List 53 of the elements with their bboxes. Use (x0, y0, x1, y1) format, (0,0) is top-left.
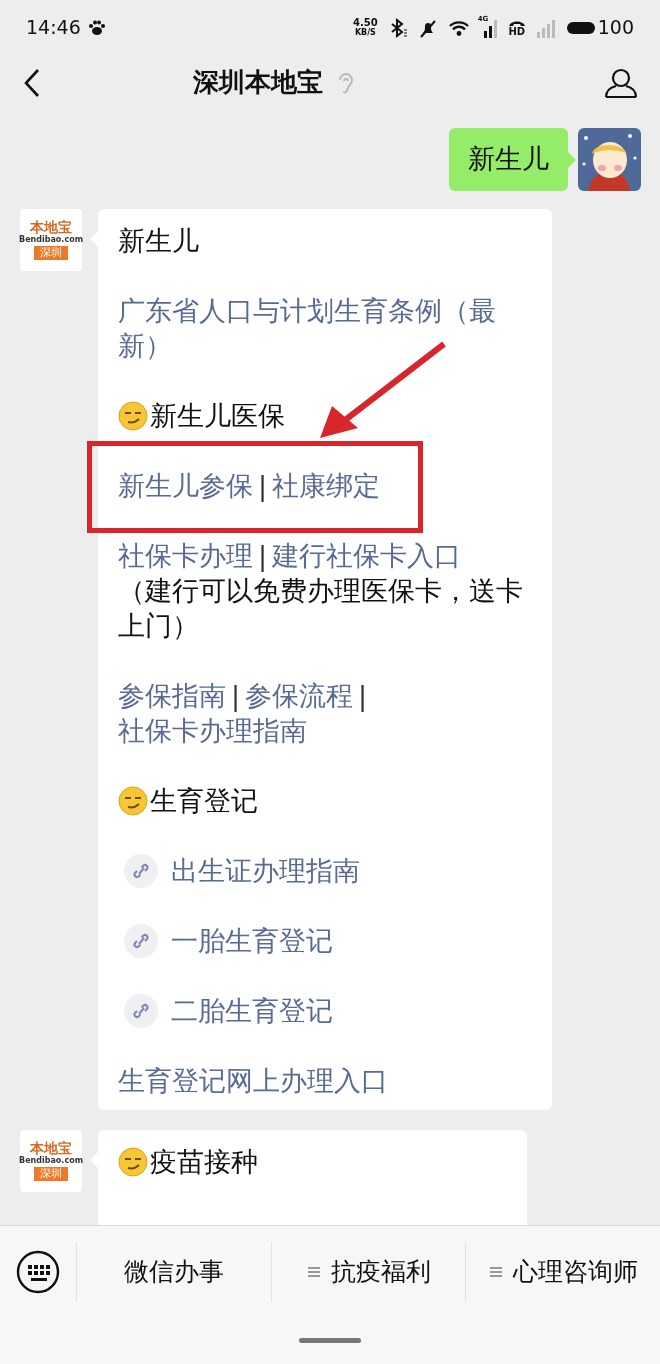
article-link[interactable]: 广东省人口与计划生育条例（最新） (118, 293, 536, 363)
wifi-icon (447, 18, 470, 37)
signal-icon (535, 17, 558, 38)
link-icon (124, 993, 158, 1028)
article-link[interactable]: 参保流程 (245, 678, 354, 713)
section-heading: 疫苗接种 (150, 1145, 258, 1179)
battery-level: 100 (597, 15, 634, 41)
logo-brand: 本地宝 (30, 1141, 72, 1156)
section-heading: 新生儿医保 (150, 399, 285, 433)
emoji-icon (118, 400, 148, 431)
link-separator: | (257, 469, 269, 503)
chat-title: 深圳本地宝 (192, 66, 323, 99)
link-separator: | (357, 679, 369, 713)
article-link[interactable]: 新生儿参保 (118, 468, 253, 503)
back-icon[interactable] (22, 67, 42, 98)
article-link[interactable]: 二胎生育登记 (171, 993, 333, 1028)
link-icon (124, 923, 158, 958)
emoji-icon (118, 1146, 148, 1177)
logo-brand: 本地宝 (30, 220, 72, 235)
network-speed: 4.50 (353, 17, 378, 28)
section-heading: 生育登记 (150, 784, 258, 818)
link-icon (124, 853, 158, 888)
link-separator: | (257, 539, 269, 573)
menu-tab[interactable]: 微信办事 (76, 1242, 271, 1302)
list-icon (488, 1266, 503, 1278)
article-link[interactable]: 社保卡办理指南 (118, 713, 307, 748)
ear-icon (336, 70, 353, 95)
emoji-icon (118, 785, 148, 816)
article-link[interactable]: 参保指南 (118, 678, 226, 713)
message-heading: 新生儿 (118, 224, 200, 258)
keyboard-icon[interactable] (16, 1250, 60, 1294)
speed-unit: KB/S (354, 27, 376, 38)
article-link[interactable]: 出生证办理指南 (171, 853, 360, 888)
hd-label: HD (508, 26, 526, 37)
menu-tab[interactable]: 心理咨询师 (465, 1242, 660, 1302)
article-link[interactable]: 生育登记网上办理入口 (118, 1063, 536, 1098)
logo-city: 深圳 (34, 246, 68, 260)
article-link[interactable]: 一胎生育登记 (171, 923, 333, 958)
paw-icon (86, 18, 107, 37)
logo-site: Bendibao.com (19, 1156, 83, 1166)
menu-tab[interactable]: 抗疫福利 (270, 1242, 466, 1302)
logo-site: Bendibao.com (19, 235, 83, 245)
logo-city: 深圳 (34, 1167, 68, 1181)
note-text: （建行可以免费办理医保卡，送卡上门） (118, 574, 524, 643)
profile-icon[interactable] (603, 66, 638, 99)
link-separator: | (230, 679, 242, 713)
article-link[interactable]: 社保卡办理 (118, 538, 253, 573)
battery-icon (565, 19, 596, 36)
article-link[interactable]: 社康绑定 (272, 468, 381, 503)
article-link[interactable]: 建行社保卡入口 (272, 538, 462, 573)
message-bubble: 新生儿 (449, 128, 568, 191)
clock-time: 14:46 (26, 15, 81, 41)
list-icon (306, 1266, 321, 1278)
